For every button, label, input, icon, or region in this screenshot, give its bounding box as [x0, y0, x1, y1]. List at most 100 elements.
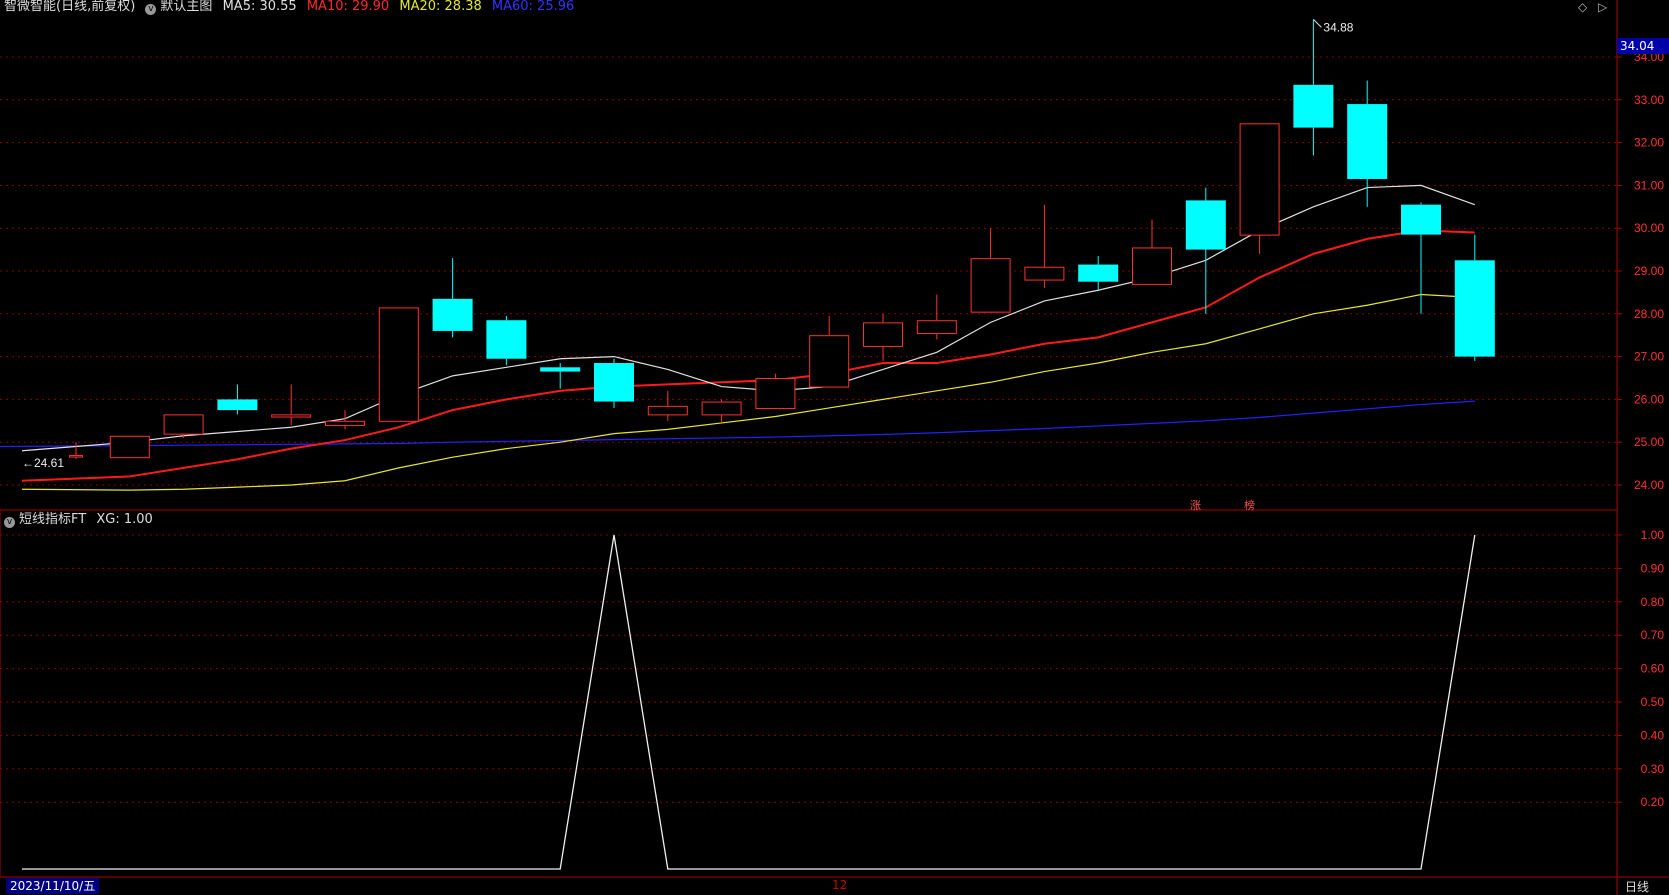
- ma20-label: MA20: 28.38: [399, 0, 482, 14]
- candle[interactable]: [863, 313, 903, 361]
- candle-body-up: [647, 405, 688, 416]
- candle[interactable]: [755, 373, 796, 409]
- candle-body-up: [1024, 266, 1065, 281]
- candle-body-up: [69, 455, 83, 458]
- candle[interactable]: [69, 442, 83, 459]
- candle-body-down: [486, 320, 527, 359]
- candle-body-down: [432, 298, 473, 331]
- candle-body-up: [378, 307, 419, 422]
- candle[interactable]: [1078, 256, 1119, 291]
- high-pointer: [1313, 18, 1322, 28]
- candle-body-up: [863, 322, 903, 347]
- candle[interactable]: [271, 384, 312, 426]
- candle-body-up: [916, 320, 957, 335]
- price-tick-label: 32.00: [1634, 136, 1664, 150]
- indicator-name[interactable]: 短线指标FT: [19, 512, 86, 527]
- ma20-line: [21, 293, 1475, 491]
- candle-body-down: [1293, 84, 1334, 128]
- candle[interactable]: [1293, 19, 1334, 156]
- candle-body-down: [594, 363, 634, 402]
- candle[interactable]: [432, 258, 473, 338]
- candle[interactable]: [916, 294, 957, 340]
- candle[interactable]: [540, 363, 581, 389]
- price-axis: 34.0033.0032.0031.0030.0029.0028.0027.00…: [1617, 50, 1664, 492]
- event-mark-zhang[interactable]: 涨: [1190, 497, 1201, 513]
- candle[interactable]: [701, 399, 742, 423]
- ma10-line: [21, 229, 1475, 482]
- indicator-tick-label: 0.90: [1641, 561, 1665, 575]
- indicator-tick-label: 0.40: [1641, 728, 1665, 742]
- indicator-tick-label: 0.70: [1641, 628, 1665, 642]
- current-price-box: 34.04: [1617, 38, 1669, 54]
- start-date-label: 2023/11/10/五: [6, 878, 100, 894]
- ma60-label: MA60: 25.96: [491, 0, 575, 14]
- indicator-tick-label: 0.30: [1641, 762, 1665, 776]
- chart-header: 智微智能(日线,前复权) v 默认主图 MA5: 30.55 MA10: 29.9…: [4, 0, 574, 15]
- candle[interactable]: [109, 435, 150, 459]
- indicator-gridlines: [0, 534, 1617, 803]
- xg-indicator-line: [22, 534, 1476, 870]
- candle-body-up: [1132, 247, 1172, 285]
- event-mark-bang[interactable]: 榜: [1244, 497, 1255, 513]
- candle[interactable]: [378, 307, 419, 422]
- kline-chart[interactable]: 34.0033.0032.0031.0030.0029.0028.0027.00…: [0, 0, 1669, 895]
- candle-body-down: [1185, 200, 1226, 250]
- candle[interactable]: [486, 315, 527, 366]
- candle-body-up: [809, 335, 850, 388]
- high-price-label: 34.88: [1323, 20, 1353, 34]
- candle[interactable]: [970, 228, 1011, 313]
- candle-body-up: [325, 420, 365, 427]
- diamond-icon[interactable]: ◇: [1578, 0, 1587, 14]
- low-price-label: ←24.61: [22, 456, 64, 470]
- candle[interactable]: [594, 358, 634, 408]
- price-tick-label: 26.00: [1634, 392, 1664, 406]
- candle[interactable]: [163, 414, 204, 438]
- indicator-tick-label: 0.50: [1641, 695, 1665, 709]
- chart-frame: [0, 0, 1669, 895]
- candle[interactable]: [1185, 187, 1226, 314]
- candlesticks[interactable]: [69, 19, 1495, 459]
- play-icon[interactable]: ▷: [1598, 0, 1607, 14]
- indicator-tick-label: 0.60: [1641, 662, 1665, 676]
- price-tick-label: 28.00: [1634, 307, 1664, 321]
- candle-body-down: [217, 399, 258, 411]
- candle-body-down: [540, 367, 581, 372]
- period-label[interactable]: 日线: [1625, 878, 1649, 895]
- dropdown-icon[interactable]: v: [145, 4, 157, 15]
- price-tick-label: 30.00: [1634, 221, 1664, 235]
- ma5-label: MA5: 30.55: [222, 0, 297, 14]
- candle[interactable]: [647, 390, 688, 421]
- candle[interactable]: [1454, 234, 1495, 361]
- stock-title[interactable]: 智微智能(日线,前复权): [4, 0, 135, 14]
- indicator-tick-label: 0.20: [1641, 795, 1665, 809]
- indicator-header: v 短线指标FT XG: 1.00: [4, 513, 153, 528]
- candle-body-up: [701, 401, 742, 416]
- candle-body-up: [163, 414, 204, 435]
- candle-body-down: [1078, 264, 1119, 282]
- candle-body-up: [755, 378, 796, 409]
- indicator-tick-label: 1.00: [1641, 528, 1665, 542]
- template-name[interactable]: 默认主图: [160, 0, 212, 14]
- price-tick-label: 24.00: [1634, 478, 1664, 492]
- candle-body-down: [1401, 204, 1441, 235]
- xg-value-label: XG: 1.00: [96, 512, 153, 527]
- candle-body-down: [1454, 260, 1495, 357]
- xg-series-line: [22, 534, 1476, 870]
- indicator-axis: 1.00 0.90 0.80 0.70 0.60 0.50 0.40 0.30 0.20: [1617, 528, 1664, 809]
- ma10-label: MA10: 29.90: [306, 0, 390, 14]
- dropdown-icon[interactable]: v: [4, 517, 15, 528]
- price-tick-label: 29.00: [1634, 264, 1664, 278]
- candle-body-down: [1347, 104, 1388, 179]
- indicator-tick-label: 0.80: [1641, 595, 1665, 609]
- candle-body-up: [970, 258, 1011, 313]
- candle[interactable]: [809, 315, 850, 388]
- candle[interactable]: [1024, 204, 1065, 289]
- price-tick-label: 33.00: [1634, 93, 1664, 107]
- candle-body-up: [1239, 123, 1280, 236]
- candle[interactable]: [1239, 123, 1280, 254]
- candle[interactable]: [1132, 219, 1172, 285]
- candle[interactable]: [217, 384, 258, 415]
- month-marker: 12: [832, 878, 848, 892]
- price-tick-label: 27.00: [1634, 350, 1664, 364]
- candle-body-up: [109, 435, 150, 459]
